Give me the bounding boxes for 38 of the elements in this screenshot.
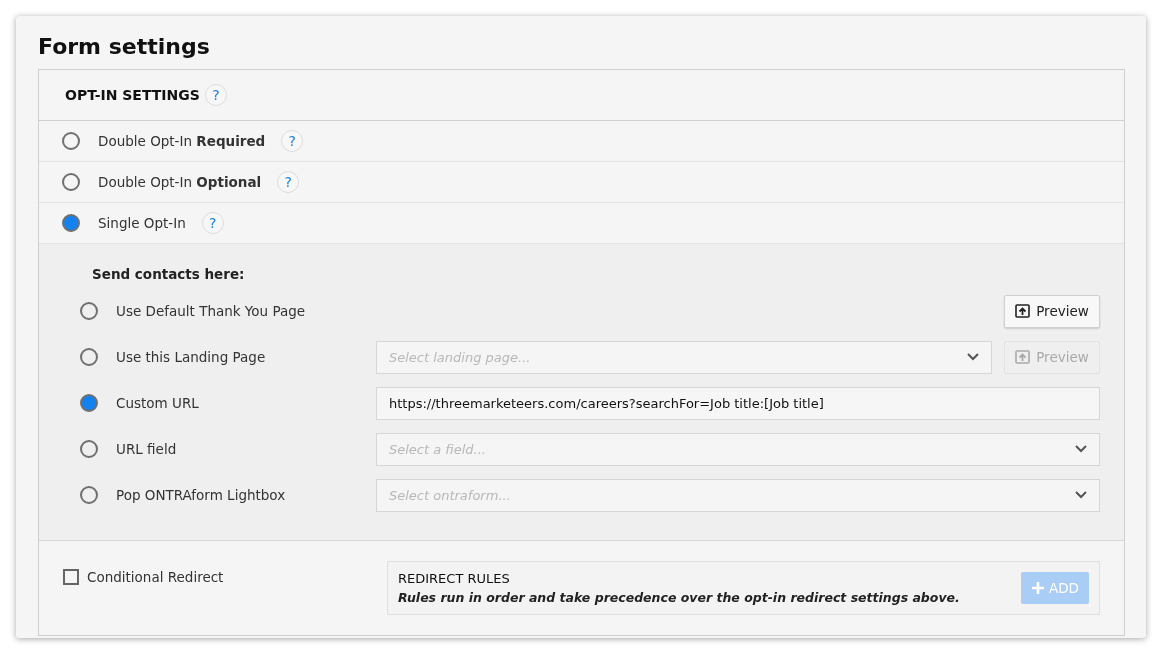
option-label: URL field	[116, 441, 177, 457]
destination-heading: Send contacts here:	[92, 266, 246, 282]
radio-button[interactable]	[62, 132, 80, 150]
select-placeholder: Select landing page...	[389, 349, 531, 365]
option-label: Double Opt-In Required	[98, 133, 266, 149]
radio-button[interactable]	[62, 173, 80, 191]
checkbox-label: Conditional Redirect	[87, 569, 224, 585]
plus-icon	[1030, 581, 1045, 595]
help-icon[interactable]: ?	[201, 212, 224, 234]
option-label: Pop ONTRAform Lightbox	[116, 487, 286, 503]
section-title: OPT-IN SETTINGS	[65, 87, 200, 103]
page-title: Form settings	[38, 34, 211, 59]
option-label: Use this Landing Page	[116, 349, 266, 365]
help-icon[interactable]: ?	[204, 84, 227, 106]
radio-button[interactable]	[80, 394, 98, 412]
option-label: Single Opt-In	[98, 215, 186, 231]
radio-button[interactable]	[80, 486, 98, 504]
help-icon[interactable]: ?	[281, 130, 304, 152]
option-label: Use Default Thank You Page	[116, 303, 306, 319]
radio-button[interactable]	[80, 440, 98, 458]
chevron-down-icon	[1075, 445, 1087, 453]
option-label: Double Opt-In Optional	[98, 174, 262, 190]
upload-box-icon	[1015, 304, 1031, 318]
select-placeholder: Select a field...	[389, 441, 486, 457]
radio-button[interactable]	[62, 214, 80, 232]
url-input-field[interactable]: https://threemarketeers.com/careers?searchFor=Job title:[Job title]	[376, 386, 1100, 420]
rules-title: REDIRECT RULES	[398, 571, 511, 586]
option-label: Custom URL	[116, 395, 199, 411]
chevron-down-icon	[967, 353, 979, 361]
preview-button[interactable]: Preview	[1004, 294, 1100, 328]
rules-note: Rules run in order and take precedence over the opt-in redirect settings above.	[398, 590, 960, 605]
radio-button[interactable]	[80, 302, 98, 320]
chevron-down-icon	[1075, 491, 1087, 499]
radio-button[interactable]	[80, 348, 98, 366]
select-placeholder: Select ontraform...	[389, 487, 511, 503]
help-icon[interactable]: ?	[277, 171, 300, 193]
checkbox[interactable]	[63, 569, 79, 585]
upload-box-icon	[1015, 350, 1031, 364]
